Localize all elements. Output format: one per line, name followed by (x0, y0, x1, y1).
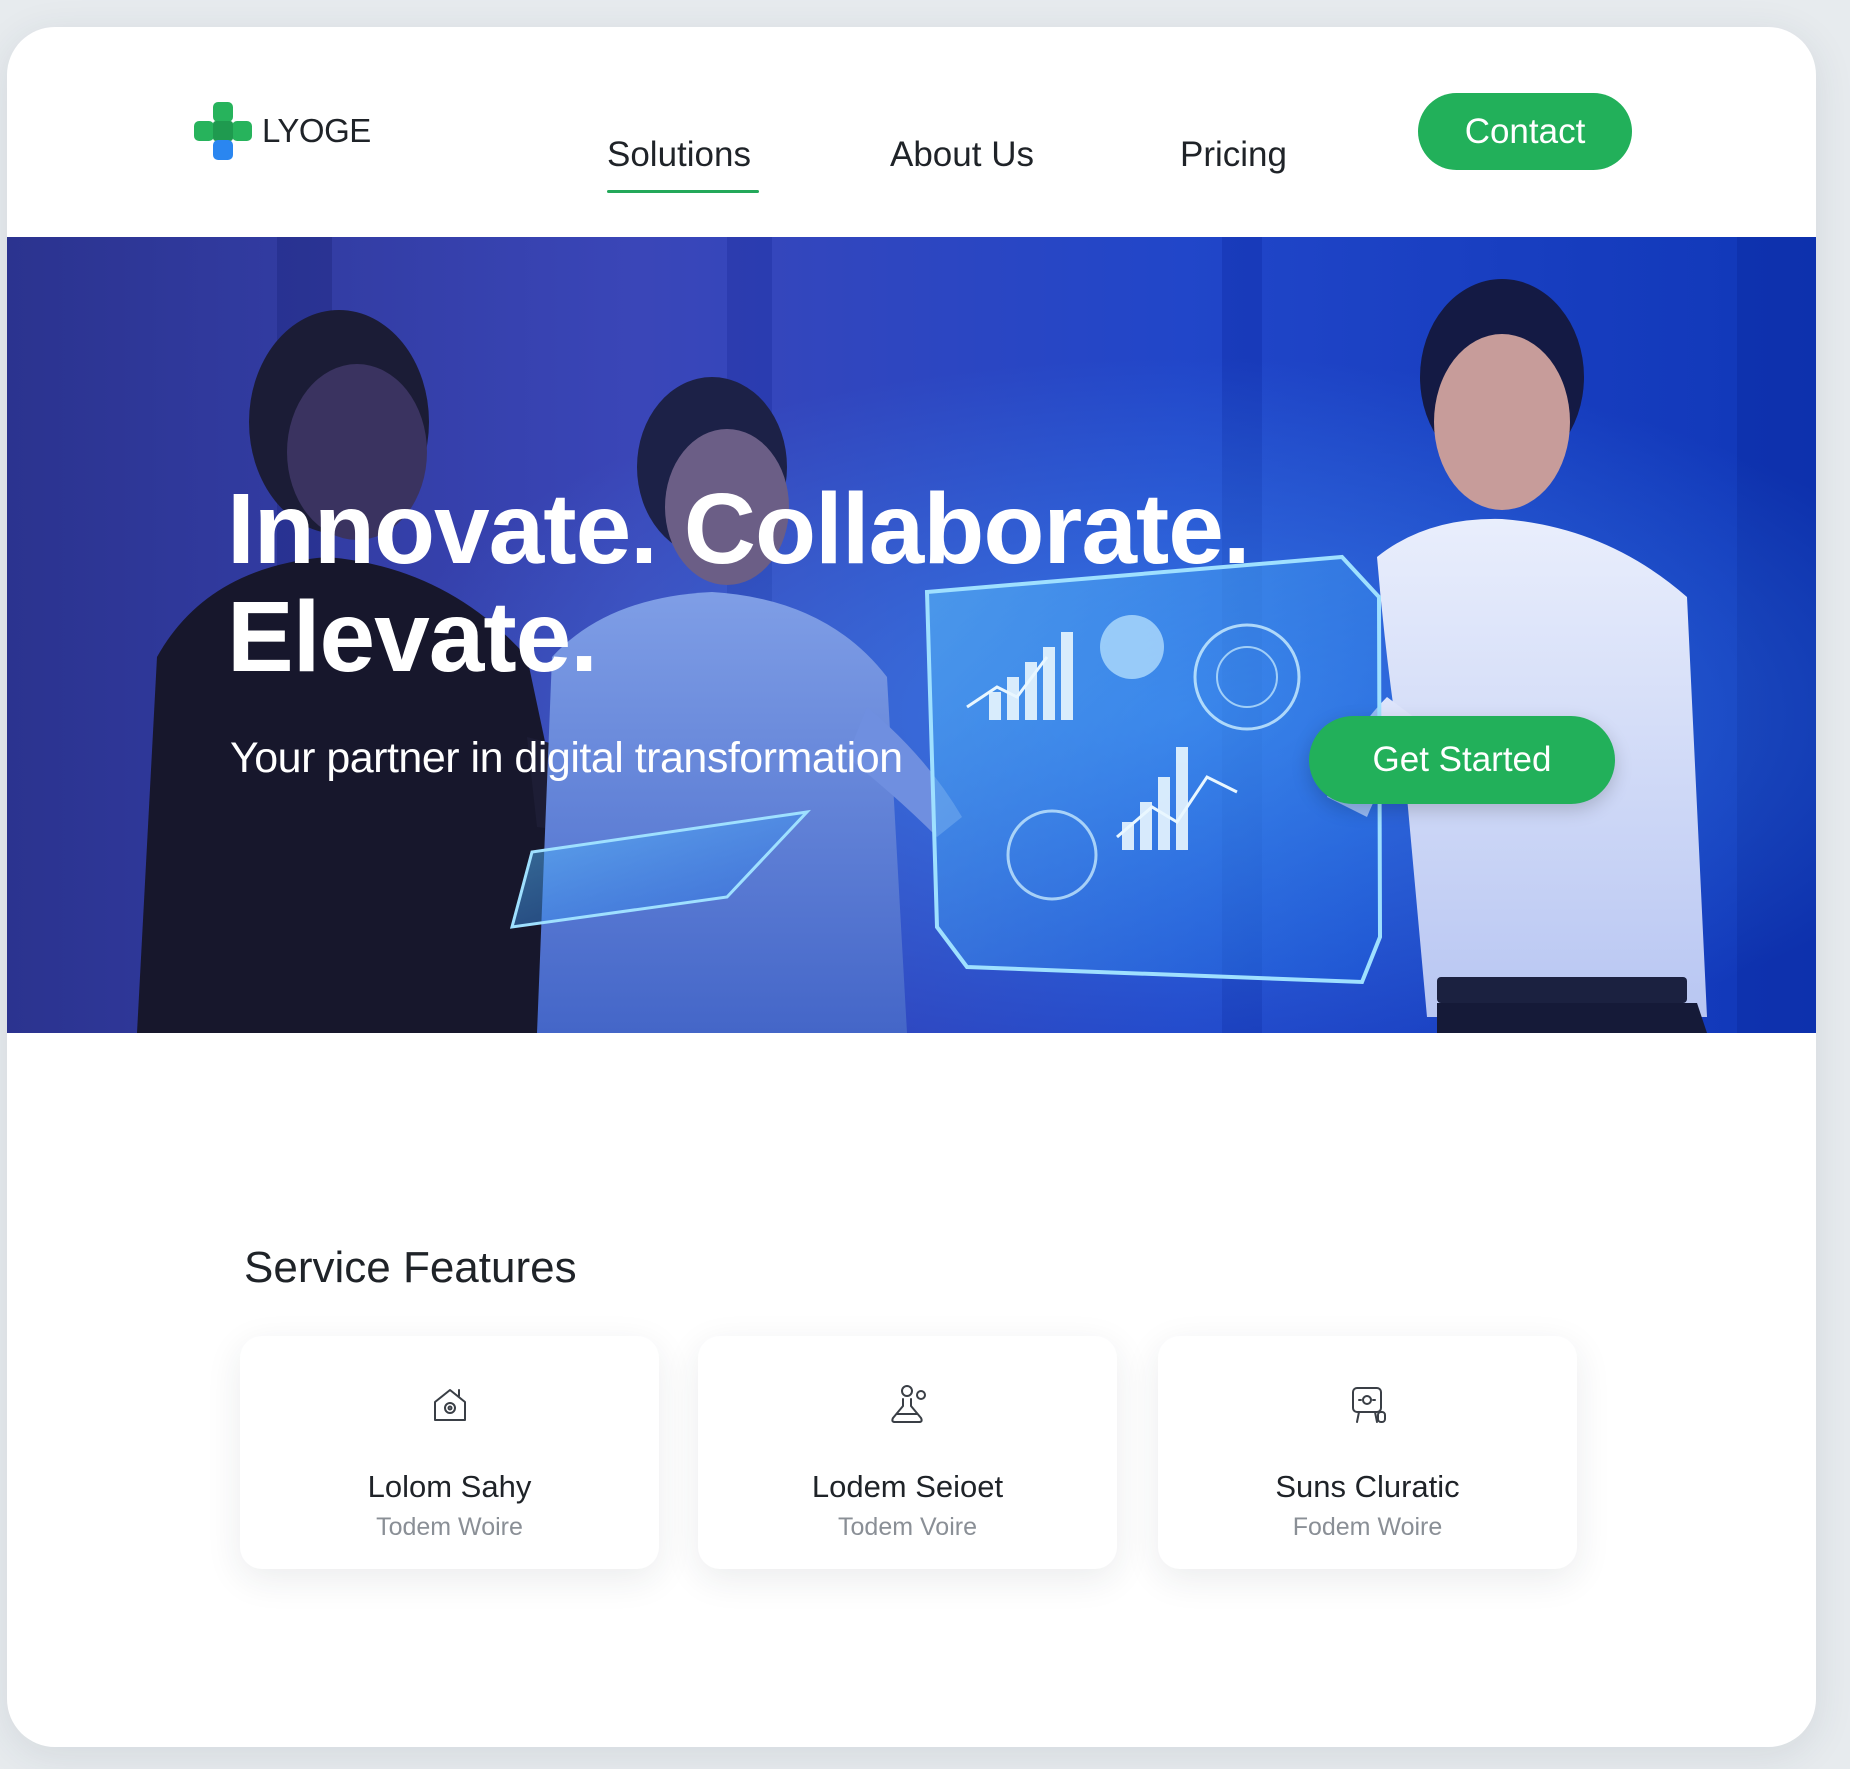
page-card: LYOGE Solutions About Us Pricing Contact (7, 27, 1816, 1747)
features-heading: Service Features (244, 1243, 577, 1292)
user-flask-icon (890, 1385, 926, 1423)
house-icon (433, 1389, 466, 1421)
nav-active-underline (607, 190, 759, 193)
nav-pricing[interactable]: Pricing (1180, 135, 1287, 175)
feature-card-2[interactable]: Lodem Seioet Todem Voire (698, 1336, 1117, 1569)
feature-description: Todem Voire (838, 1513, 977, 1541)
nav-about-us[interactable]: About Us (890, 135, 1034, 175)
feature-card-1[interactable]: Lolom Sahy Todem Woire (240, 1336, 659, 1569)
feature-title: Suns Cluratic (1275, 1469, 1460, 1504)
get-started-button[interactable]: Get Started (1309, 716, 1615, 804)
feature-card-3[interactable]: Suns Cluratic Fodem Woire (1158, 1336, 1577, 1569)
hero-banner: Innovate. Collaborate. Elevate. Your part… (7, 237, 1816, 1033)
hero-title: Innovate. Collaborate. Elevate. (227, 473, 1251, 693)
brand-name: LYOGE (262, 112, 371, 149)
plus-cross-logo-icon (194, 102, 252, 160)
feature-title: Lolom Sahy (367, 1469, 532, 1504)
feature-description: Fodem Woire (1292, 1513, 1443, 1541)
site-header: LYOGE Solutions About Us Pricing Contact (7, 27, 1816, 237)
brand-logo-link[interactable]: LYOGE (192, 101, 371, 161)
hero-subtitle: Your partner in digital transformation (230, 734, 903, 782)
hero-title-line-1: Innovate. Collaborate. (227, 473, 1251, 585)
device-settings-icon (1351, 1387, 1386, 1423)
hero-title-line-2: Elevate. (227, 581, 598, 693)
nav-solutions[interactable]: Solutions (607, 135, 751, 175)
feature-description: Todem Woire (376, 1513, 523, 1541)
feature-title: Lodem Seioet (811, 1469, 1004, 1504)
contact-button[interactable]: Contact (1418, 93, 1632, 170)
